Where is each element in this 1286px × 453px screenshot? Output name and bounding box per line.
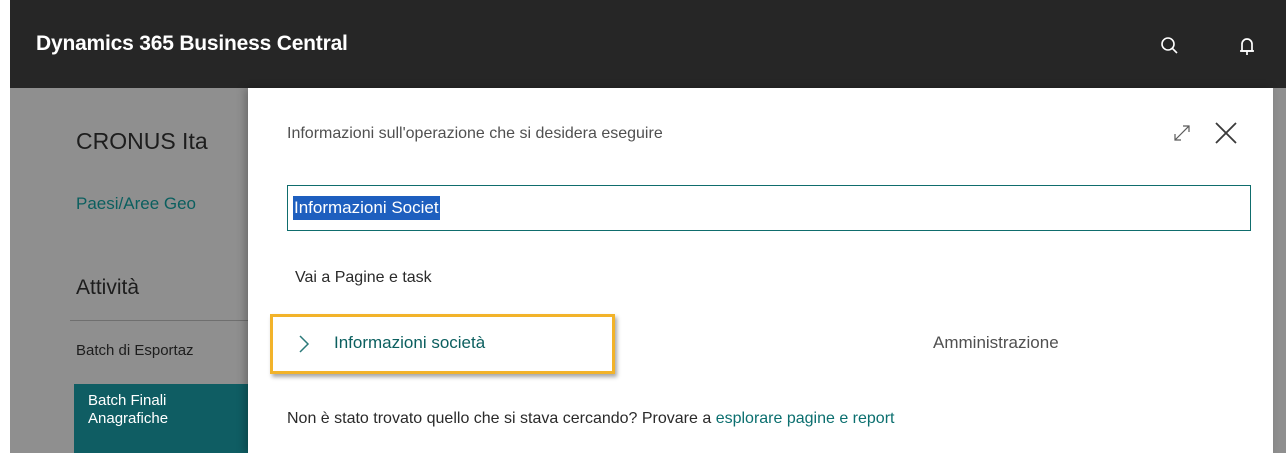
countries-link[interactable]: Paesi/Aree Geo [76, 194, 196, 214]
footer-text: Non è stato trovato quello che si stava … [287, 410, 716, 427]
search-icon[interactable] [1157, 34, 1181, 58]
cue-tile[interactable]: Batch Finali Anagrafiche [74, 384, 254, 453]
result-item-category: Amministrazione [933, 333, 1059, 352]
chevron-right-icon [299, 335, 310, 353]
tell-me-dialog: Informazioni sull'operazione che si desi… [248, 88, 1273, 453]
dialog-prompt: Informazioni sull'operazione che si desi… [287, 125, 663, 142]
explore-pages-link[interactable]: esplorare pagine e report [716, 410, 895, 427]
search-input-value: Informazioni Societ [293, 196, 440, 220]
cue-group-label: Batch di Esportaz [76, 342, 194, 359]
close-icon[interactable] [1213, 120, 1239, 146]
results-group-heading: Vai a Pagine e task [295, 269, 432, 286]
window-edge [0, 0, 10, 453]
dialog-footer: Non è stato trovato quello che si stava … [287, 410, 894, 428]
company-name: CRONUS Ita [76, 128, 208, 154]
result-item-label: Informazioni società [334, 333, 486, 352]
app-title[interactable]: Dynamics 365 Business Central [36, 32, 348, 56]
search-input[interactable]: Informazioni Societ [287, 185, 1251, 231]
activities-heading: Attività [76, 276, 140, 299]
app-header: Dynamics 365 Business Central [10, 0, 1286, 88]
bell-icon[interactable] [1235, 34, 1259, 58]
result-item-informazioni-societa[interactable]: Informazioni società [270, 314, 615, 374]
expand-icon[interactable] [1170, 121, 1194, 145]
cue-tile-label: Batch Finali Anagrafiche [88, 392, 169, 427]
